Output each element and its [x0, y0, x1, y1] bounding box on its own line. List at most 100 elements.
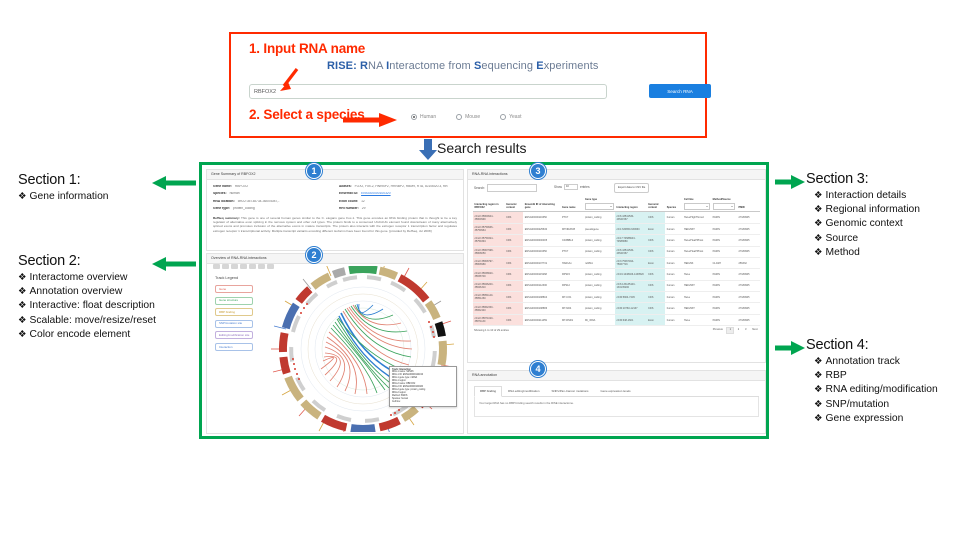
table-search[interactable]: Search: [474, 183, 537, 192]
species-label-yeast: Yeast [509, 114, 522, 120]
interactions-panel: RNA-RNA interactions Search: Show 10 ent… [467, 169, 766, 363]
species-label-human: Human [420, 114, 437, 120]
cell-gene-name[interactable]: MT-CO1 [560, 291, 584, 304]
th-interacting-region[interactable]: Interacting region [615, 197, 647, 213]
pager-page-3[interactable]: 3 [743, 328, 749, 333]
cell-pmid[interactable]: 27180905 [736, 223, 760, 236]
toolbar-button-zoom-in[interactable] [240, 264, 247, 269]
cell-pmid[interactable]: 27180905 [736, 280, 760, 293]
tab-gene-expression-levels[interactable]: Gene expression levels [594, 386, 636, 396]
circos-plot[interactable]: Track: Interaction RNA-1 name: SRSF6 RNA… [265, 257, 461, 442]
tab-rbp-binding[interactable]: RBP binding [474, 385, 503, 397]
cell-gene-name[interactable]: MTND2P28 [560, 223, 584, 236]
field-value: human [229, 192, 240, 196]
cell-pmid[interactable]: 256332 [736, 257, 760, 270]
th-species[interactable]: Species [665, 197, 683, 213]
pagination[interactable]: Previous 1 2 3 Next [710, 327, 760, 334]
pager-next[interactable]: Next [750, 328, 760, 333]
table-row[interactable]: chr22:35759324-35759394 CDS ENSG00000000… [473, 234, 760, 247]
th-cell-line[interactable]: Cell line [682, 197, 712, 213]
cell-pmid[interactable]: 27180905 [736, 314, 760, 327]
cell-gene-name[interactable]: PTK7 [560, 246, 584, 258]
cell-pmid[interactable]: 27180905 [736, 302, 760, 315]
cell-pmid[interactable]: 27180905 [736, 291, 760, 304]
cell-region-a: chr22:35871020-35871130 [473, 314, 505, 327]
cell-pmid[interactable]: 27180905 [736, 268, 760, 281]
th-genomic-context-1[interactable]: Genomic context [504, 197, 524, 213]
toolbar-button-download[interactable] [258, 264, 265, 269]
th-pmid[interactable]: PMID [736, 197, 760, 213]
gene-summary-fields: Gene name: RBFOX2 Aliases: FOX2, Fox-2, … [213, 185, 457, 212]
list-item-label: RBP [825, 370, 847, 382]
cell-gene-name[interactable]: PTK7 [560, 211, 584, 224]
table-row[interactable]: chr22:35871020-35871130 CDS ENSG00000211… [473, 314, 760, 327]
legend-chip-gene-structure[interactable]: Gene structure [215, 296, 254, 305]
cell-context-b: CDS [646, 291, 666, 304]
table-show-entries[interactable]: Show 10 entries [554, 183, 590, 191]
tab-snps-pan-cancer-mutations[interactable]: SNPs/Pan-Cancer mutations [546, 386, 595, 396]
cell-pmid[interactable]: 27180905 [736, 246, 760, 258]
cell-gene-name[interactable]: MT-RNR1 [560, 314, 584, 327]
tab-rna-editing-modification[interactable]: RNA editing/modification [502, 386, 546, 396]
cell-gene-name[interactable]: HAR1An [560, 257, 584, 270]
radio-icon-yeast[interactable] [500, 114, 507, 120]
filter-cell-line[interactable] [683, 202, 710, 210]
table-row[interactable]: chr22:35862330-35862440 CDS ENSG00000198… [473, 302, 760, 315]
rise-r1: R [360, 60, 369, 72]
cell-gene-name[interactable]: CD3BBL0 [560, 234, 584, 247]
cell-gene-name[interactable]: RPS15 [560, 268, 584, 281]
filter-method-source[interactable] [712, 202, 736, 210]
gene-summary-panel: Gene Summary of RBFOX2 Gene name: RBFOX2… [206, 169, 464, 251]
th-interacting-region-rbfox2[interactable]: Interacting region in RBFOX2 [473, 197, 505, 213]
section-2-annotation: Section 2: ❖ Interactome overview ❖ Annota… [18, 253, 156, 342]
search-rna-button[interactable]: Search RNA [649, 84, 711, 98]
table-row[interactable]: chr22:35809944-35809990 CDS ENSG00000116… [473, 211, 760, 224]
table-row[interactable]: chr22:35838620-35838700 CDS ENSG00000115… [473, 268, 760, 281]
cell-region-b: chr3:75067494-75067716 [615, 257, 647, 270]
toolbar-button-resize[interactable] [222, 264, 229, 269]
toolbar-button-zoom-out[interactable] [249, 264, 256, 269]
export-csv-button[interactable]: Export data to CSV file [614, 182, 650, 193]
cell-method: CLASH [711, 257, 737, 270]
table-row[interactable]: chr22:35759936-35759964 CDS ENSG00000225… [473, 223, 760, 236]
species-option-mouse[interactable]: Mouse [456, 114, 480, 120]
th-genomic-context-2[interactable]: Genomic context [646, 197, 666, 213]
species-option-human[interactable]: Human [411, 114, 436, 120]
legend-chip-rbp-binding[interactable]: RBP binding [215, 308, 254, 317]
cell-gene-name[interactable]: RPS12 [560, 280, 584, 293]
cell-pmid[interactable]: 27180905 [736, 211, 760, 224]
cell-gene-type: protein_coding [583, 211, 616, 224]
list-item-label: RNA editing/modification [825, 384, 938, 396]
show-entries-select[interactable]: 10 [563, 183, 578, 191]
legend-chip-editing-modification-site[interactable]: Editing/modification site [215, 331, 254, 340]
legend-chip-gene[interactable]: Gene [215, 285, 254, 294]
th-gene-type[interactable]: Gene type [583, 197, 616, 213]
pager-page-2[interactable]: 2 [735, 328, 741, 333]
legend-chip-snp-mutation-site[interactable]: SNP/mutation site [215, 319, 254, 328]
table-row[interactable]: chr22:35807998-35808050 CDS ENSG00000116… [473, 246, 760, 258]
red-arrow-diagonal-icon [280, 68, 299, 91]
legend-chip-interaction[interactable]: Interaction [215, 342, 254, 352]
th-gene-name[interactable]: Gene name [560, 197, 584, 213]
table-row[interactable]: chr22:35851140-35851260 CDS ENSG00000198… [473, 291, 760, 304]
species-option-yeast[interactable]: Yeast [500, 114, 521, 120]
cell-ensembl: ENSG00000211459 [523, 314, 561, 327]
radio-icon-human[interactable] [411, 114, 417, 120]
cell-gene-type: Mt_rRNA [583, 314, 616, 327]
table-row[interactable]: chr22:35808797-35808980 CDS ENSG00000107… [473, 257, 760, 270]
circos-svg[interactable] [265, 257, 461, 442]
pager-previous[interactable]: Previous [710, 328, 725, 333]
toolbar-button-reset[interactable] [231, 264, 238, 269]
filter-gene-type[interactable] [584, 202, 614, 210]
table-search-input[interactable] [487, 183, 537, 192]
toolbar-button-move[interactable] [213, 264, 220, 269]
table-row[interactable]: chr22:35846200-35846310 CDS ENSG00000112… [473, 280, 760, 293]
cell-gene-name[interactable]: MT-ND4 [560, 302, 584, 315]
th-ensembl-id-interacting-gene[interactable]: Ensembl ID of interacting gene [523, 197, 561, 213]
radio-icon-mouse[interactable] [456, 114, 463, 120]
pager-page-1[interactable]: 1 [726, 327, 735, 334]
th-method-source[interactable]: Method/Source [711, 197, 737, 213]
cell-pmid[interactable]: 27180905 [736, 234, 760, 247]
cell-cell-line: HeLa/HuaPPhost [682, 246, 712, 258]
ensembl-id-link[interactable]: ENSG00000100320 [361, 192, 391, 196]
